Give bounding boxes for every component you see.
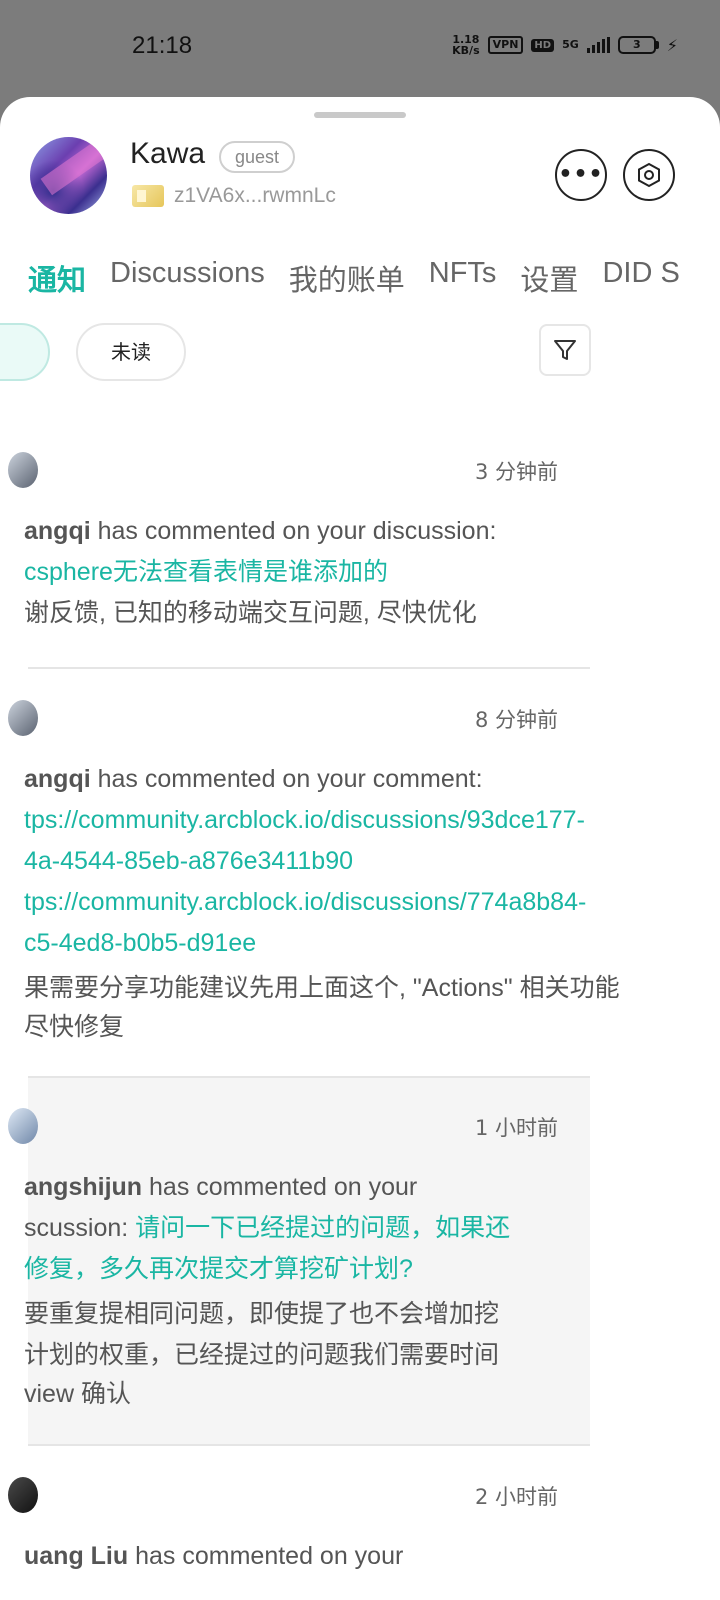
filter-icon xyxy=(554,340,576,360)
comment-text: 尽快修复 xyxy=(24,1013,125,1041)
comment-link[interactable]: 4a-4544-85eb-a876e3411b90 xyxy=(24,841,353,882)
hd-icon: HD xyxy=(531,38,555,52)
notification-time: 1 小时前 xyxy=(474,1116,558,1140)
comment-text: view 确认 xyxy=(24,1380,131,1408)
network-type: 5G xyxy=(562,38,579,51)
commenter-name[interactable]: angshijun xyxy=(24,1173,142,1201)
commenter-avatar xyxy=(8,700,38,736)
commenter-avatar xyxy=(8,1477,38,1513)
tab-did-spaces[interactable]: DID S xyxy=(602,257,679,299)
notification-item[interactable]: 2 小时前 uang Liu has commented on your xyxy=(8,1477,590,1600)
signal-icon xyxy=(586,37,610,53)
filter-chip-all[interactable] xyxy=(0,323,50,381)
comment-link[interactable]: tps://community.arcblock.io/discussions/… xyxy=(24,882,586,923)
notification-time: 8 分钟前 xyxy=(474,708,558,732)
tab-discussions[interactable]: Discussions xyxy=(110,257,265,299)
comment-text: 计划的权重，已经提过的问题我们需要时间 xyxy=(24,1341,500,1369)
tab-bar: 通知 Discussions 我的账单 NFTs 设置 DID S xyxy=(28,257,680,299)
notification-time: 2 小时前 xyxy=(474,1485,558,1509)
divider xyxy=(28,1444,590,1446)
commenter-avatar xyxy=(8,1108,38,1144)
commenter-name[interactable]: angqi xyxy=(24,517,91,545)
profile-sheet: Kawa guest z1VA6x...rwmnLc ••• 通知 Discus… xyxy=(0,97,720,1600)
tab-my-bills[interactable]: 我的账单 xyxy=(289,257,405,299)
notification-item-unread[interactable]: 1 小时前 angshijun has commented on your sc… xyxy=(8,1078,590,1444)
notification-title: uang Liu has commented on your xyxy=(24,1542,404,1570)
settings-button[interactable] xyxy=(623,149,675,201)
notification-item[interactable]: 8 分钟前 angqi has commented on your commen… xyxy=(8,700,620,1070)
tab-settings[interactable]: 设置 xyxy=(520,257,578,299)
status-time: 21:18 xyxy=(132,32,193,59)
filter-button[interactable] xyxy=(539,324,591,376)
notification-title: angqi has commented on your discussion: xyxy=(24,517,497,545)
notification-item[interactable]: 3 分钟前 angqi has commented on your discus… xyxy=(8,452,590,664)
battery-icon: 3 xyxy=(617,36,659,54)
role-badge: guest xyxy=(219,141,296,173)
discussion-link[interactable]: csphere无法查看表情是谁添加的 xyxy=(24,552,388,593)
comment-link[interactable]: c5-4ed8-b0b5-d91ee xyxy=(24,923,256,964)
filter-chip-unread[interactable]: 未读 xyxy=(76,323,186,381)
notification-title: angshijun has commented on your xyxy=(24,1173,418,1201)
status-bar: 21:18 1.18 KB/s VPN HD 5G 3 ⚡ xyxy=(0,0,720,100)
notification-title: angqi has commented on your comment: xyxy=(24,765,483,793)
notification-time: 3 分钟前 xyxy=(474,460,558,484)
tab-nfts[interactable]: NFTs xyxy=(429,257,497,299)
comment-text: 果需要分享功能建议先用上面这个, "Actions" 相关功能 xyxy=(24,974,620,1002)
notification-title-cont: scussion: 请问一下已经提过的问题，如果还 xyxy=(24,1214,511,1242)
commenter-name[interactable]: uang Liu xyxy=(24,1542,128,1570)
sheet-drag-handle[interactable] xyxy=(314,112,406,118)
more-icon: ••• xyxy=(558,162,604,187)
commenter-name[interactable]: angqi xyxy=(24,765,91,793)
status-icons: 1.18 KB/s VPN HD 5G 3 ⚡ xyxy=(452,34,678,56)
discussion-link[interactable]: 请问一下已经提过的问题，如果还 xyxy=(135,1214,510,1242)
charging-icon: ⚡ xyxy=(666,35,678,55)
vpn-icon: VPN xyxy=(487,36,524,54)
divider xyxy=(28,667,590,669)
comment-text: 要重复提相同问题，即使提了也不会增加挖 xyxy=(24,1300,500,1328)
did-wallet-icon xyxy=(132,185,164,207)
tab-notifications[interactable]: 通知 xyxy=(28,257,86,299)
did-address[interactable]: z1VA6x...rwmnLc xyxy=(174,184,336,208)
discussion-link[interactable]: 修复，多久再次提交才算挖矿计划? xyxy=(24,1249,413,1290)
avatar[interactable] xyxy=(30,137,107,214)
hexagon-settings-icon xyxy=(638,162,660,188)
comment-link[interactable]: tps://community.arcblock.io/discussions/… xyxy=(24,800,585,841)
user-name: Kawa xyxy=(130,137,206,170)
commenter-avatar xyxy=(8,452,38,488)
net-speed: 1.18 KB/s xyxy=(452,33,480,57)
more-button[interactable]: ••• xyxy=(555,149,607,201)
comment-text: 谢反馈, 已知的移动端交互问题, 尽快优化 xyxy=(24,599,477,627)
